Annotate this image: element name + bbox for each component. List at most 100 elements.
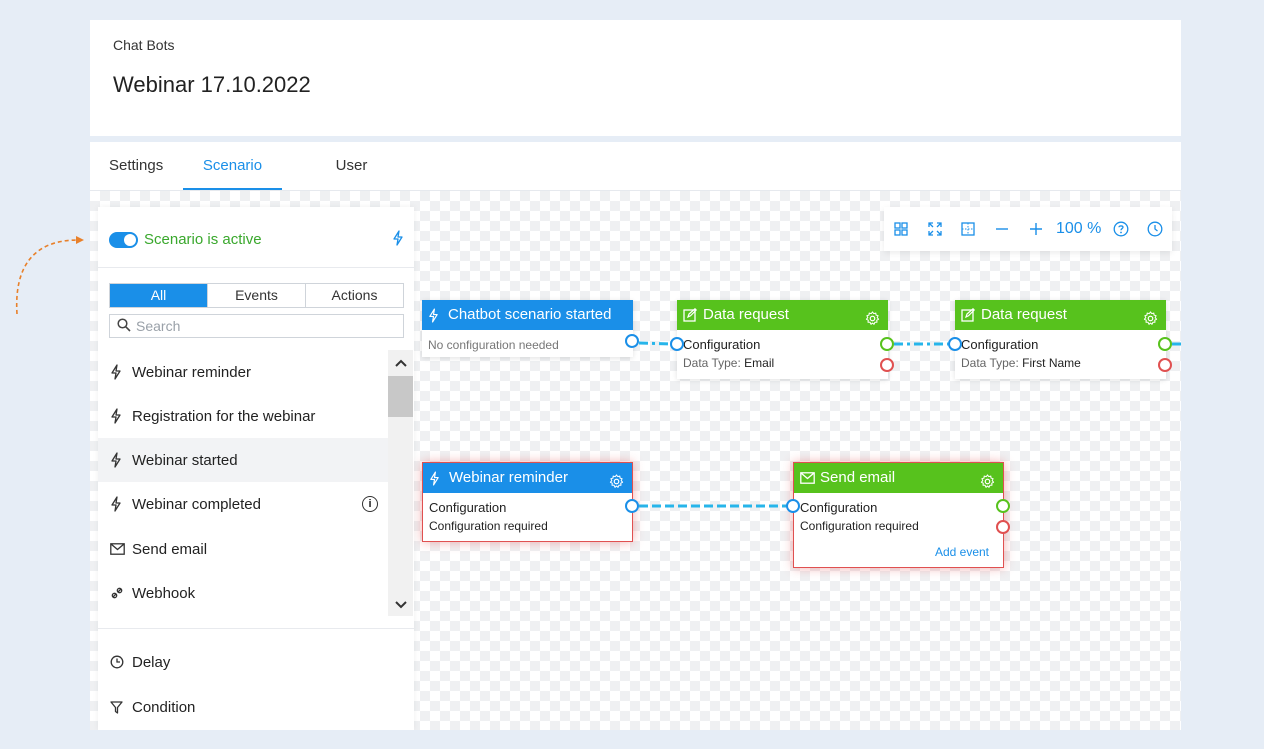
failure-port[interactable] xyxy=(996,520,1010,534)
scenario-canvas[interactable]: Scenario is active All Events Actions We… xyxy=(90,191,1181,730)
node-data-request-email[interactable]: Data request Configuration Data Type: Em… xyxy=(677,300,888,379)
bolt-icon xyxy=(98,408,132,424)
search-icon xyxy=(117,318,131,332)
scrollbar-thumb[interactable] xyxy=(388,376,413,417)
input-port[interactable] xyxy=(948,337,962,351)
envelope-icon xyxy=(98,543,132,555)
edit-icon xyxy=(961,308,981,322)
success-port[interactable] xyxy=(880,337,894,351)
list-item-registration[interactable]: Registration for the webinar xyxy=(98,394,388,438)
node-title: Chatbot scenario started xyxy=(448,306,612,323)
history-icon[interactable] xyxy=(1138,207,1172,251)
filter-actions[interactable]: Actions xyxy=(306,284,403,307)
node-send-email[interactable]: Send email Configuration Configuration r… xyxy=(793,462,1004,568)
data-type-label: Data Type: xyxy=(683,356,741,370)
hint-arrow-icon xyxy=(15,236,84,315)
gear-icon[interactable] xyxy=(865,307,880,337)
page-title: Webinar 17.10.2022 xyxy=(113,72,311,97)
bolt-icon xyxy=(98,364,132,380)
node-header: Webinar reminder xyxy=(423,463,632,493)
page-header: Chat Bots Webinar 17.10.2022 xyxy=(90,20,1181,136)
output-port[interactable] xyxy=(625,499,639,513)
tab-user-scenarios[interactable]: User Scenarios xyxy=(303,142,400,222)
data-type-value: First Name xyxy=(1022,356,1081,370)
node-header: Chatbot scenario started xyxy=(422,300,633,330)
tab-settings[interactable]: Settings xyxy=(109,142,163,190)
gear-icon[interactable] xyxy=(609,470,624,500)
node-webinar-reminder[interactable]: Webinar reminder Configuration Configura… xyxy=(422,462,633,542)
list-item-label: Webinar reminder xyxy=(132,363,251,381)
bolt-icon xyxy=(98,496,132,512)
scenario-active-row: Scenario is active xyxy=(98,207,414,268)
node-config-status: Configuration required xyxy=(429,519,548,533)
filter-icon xyxy=(98,700,132,714)
list-item-label: Send email xyxy=(132,540,208,558)
help-icon[interactable] xyxy=(1104,207,1138,251)
node-header: Data request xyxy=(677,300,888,330)
app-window: Chat Bots Webinar 17.10.2022 Settings Sc… xyxy=(90,20,1181,730)
list-item-label: Webinar completed xyxy=(132,495,261,513)
tab-bar: Settings Scenario User Scenarios xyxy=(90,142,1181,222)
node-body-text: No configuration needed xyxy=(428,338,559,352)
add-event-link[interactable]: Add event xyxy=(935,545,989,559)
list-item-label: Registration for the webinar xyxy=(132,407,316,425)
bolt-icon xyxy=(428,307,448,323)
list-item-webinar-completed[interactable]: Webinar completed i xyxy=(98,482,388,526)
chevron-up-icon[interactable] xyxy=(388,350,413,374)
success-port[interactable] xyxy=(996,499,1010,513)
filter-events[interactable]: Events xyxy=(208,284,306,307)
scenario-active-toggle[interactable] xyxy=(109,232,138,248)
zoom-level: 100 % xyxy=(1055,220,1102,237)
grid-icon[interactable] xyxy=(884,207,918,251)
tab-scenario[interactable]: Scenario xyxy=(183,142,282,190)
list-item-send-email[interactable]: Send email xyxy=(98,527,388,571)
edit-icon xyxy=(683,308,703,322)
search-input[interactable] xyxy=(136,317,396,335)
search-box xyxy=(109,314,404,338)
elements-panel: Scenario is active All Events Actions We… xyxy=(98,207,414,730)
node-config-status: Configuration required xyxy=(800,519,919,533)
gear-icon[interactable] xyxy=(980,470,995,500)
input-port[interactable] xyxy=(786,499,800,513)
list-item-condition[interactable]: Condition xyxy=(98,685,414,729)
data-type-label: Data Type: xyxy=(961,356,1019,370)
lower-elements-list: Delay Condition xyxy=(98,628,414,730)
bolt-icon[interactable] xyxy=(392,230,404,250)
list-item-webinar-reminder[interactable]: Webinar reminder xyxy=(98,350,388,394)
bolt-icon xyxy=(98,452,132,468)
canvas-toolbar: 100 % xyxy=(884,207,1172,251)
output-port[interactable] xyxy=(625,334,639,348)
node-title: Send email xyxy=(820,469,896,486)
zoom-out-icon[interactable] xyxy=(985,207,1019,251)
node-scenario-started[interactable]: Chatbot scenario started No configuratio… xyxy=(422,300,633,357)
gear-icon[interactable] xyxy=(1143,307,1158,337)
chevron-down-icon[interactable] xyxy=(388,592,413,616)
node-config-label: Configuration xyxy=(800,500,878,515)
list-item-delay[interactable]: Delay xyxy=(98,640,414,684)
node-data-request-first-name[interactable]: Data request Configuration Data Type: Fi… xyxy=(955,300,1166,379)
node-title: Webinar reminder xyxy=(449,469,568,486)
node-header: Data request xyxy=(955,300,1166,330)
filter-all[interactable]: All xyxy=(110,284,208,307)
info-icon[interactable]: i xyxy=(362,496,378,512)
bolt-icon xyxy=(429,470,449,486)
clock-icon xyxy=(98,655,132,669)
list-item-webinar-started[interactable]: Webinar started xyxy=(98,438,388,482)
scenario-active-label: Scenario is active xyxy=(144,231,262,248)
list-scrollbar[interactable] xyxy=(388,350,413,616)
list-item-label: Webinar started xyxy=(132,451,238,469)
data-type-value: Email xyxy=(744,356,775,370)
input-port[interactable] xyxy=(670,337,684,351)
failure-port[interactable] xyxy=(880,358,894,372)
filter-segmented: All Events Actions xyxy=(109,283,404,308)
fit-screen-icon[interactable] xyxy=(918,207,952,251)
success-port[interactable] xyxy=(1158,337,1172,351)
node-config-label: Configuration xyxy=(961,337,1039,352)
node-title: Data request xyxy=(703,306,789,323)
breadcrumb[interactable]: Chat Bots xyxy=(113,37,174,53)
node-config-label: Configuration xyxy=(429,500,507,515)
snap-grid-icon[interactable] xyxy=(952,207,986,251)
list-item-webhook[interactable]: Webhook xyxy=(98,571,388,615)
zoom-in-icon[interactable] xyxy=(1019,207,1053,251)
failure-port[interactable] xyxy=(1158,358,1172,372)
